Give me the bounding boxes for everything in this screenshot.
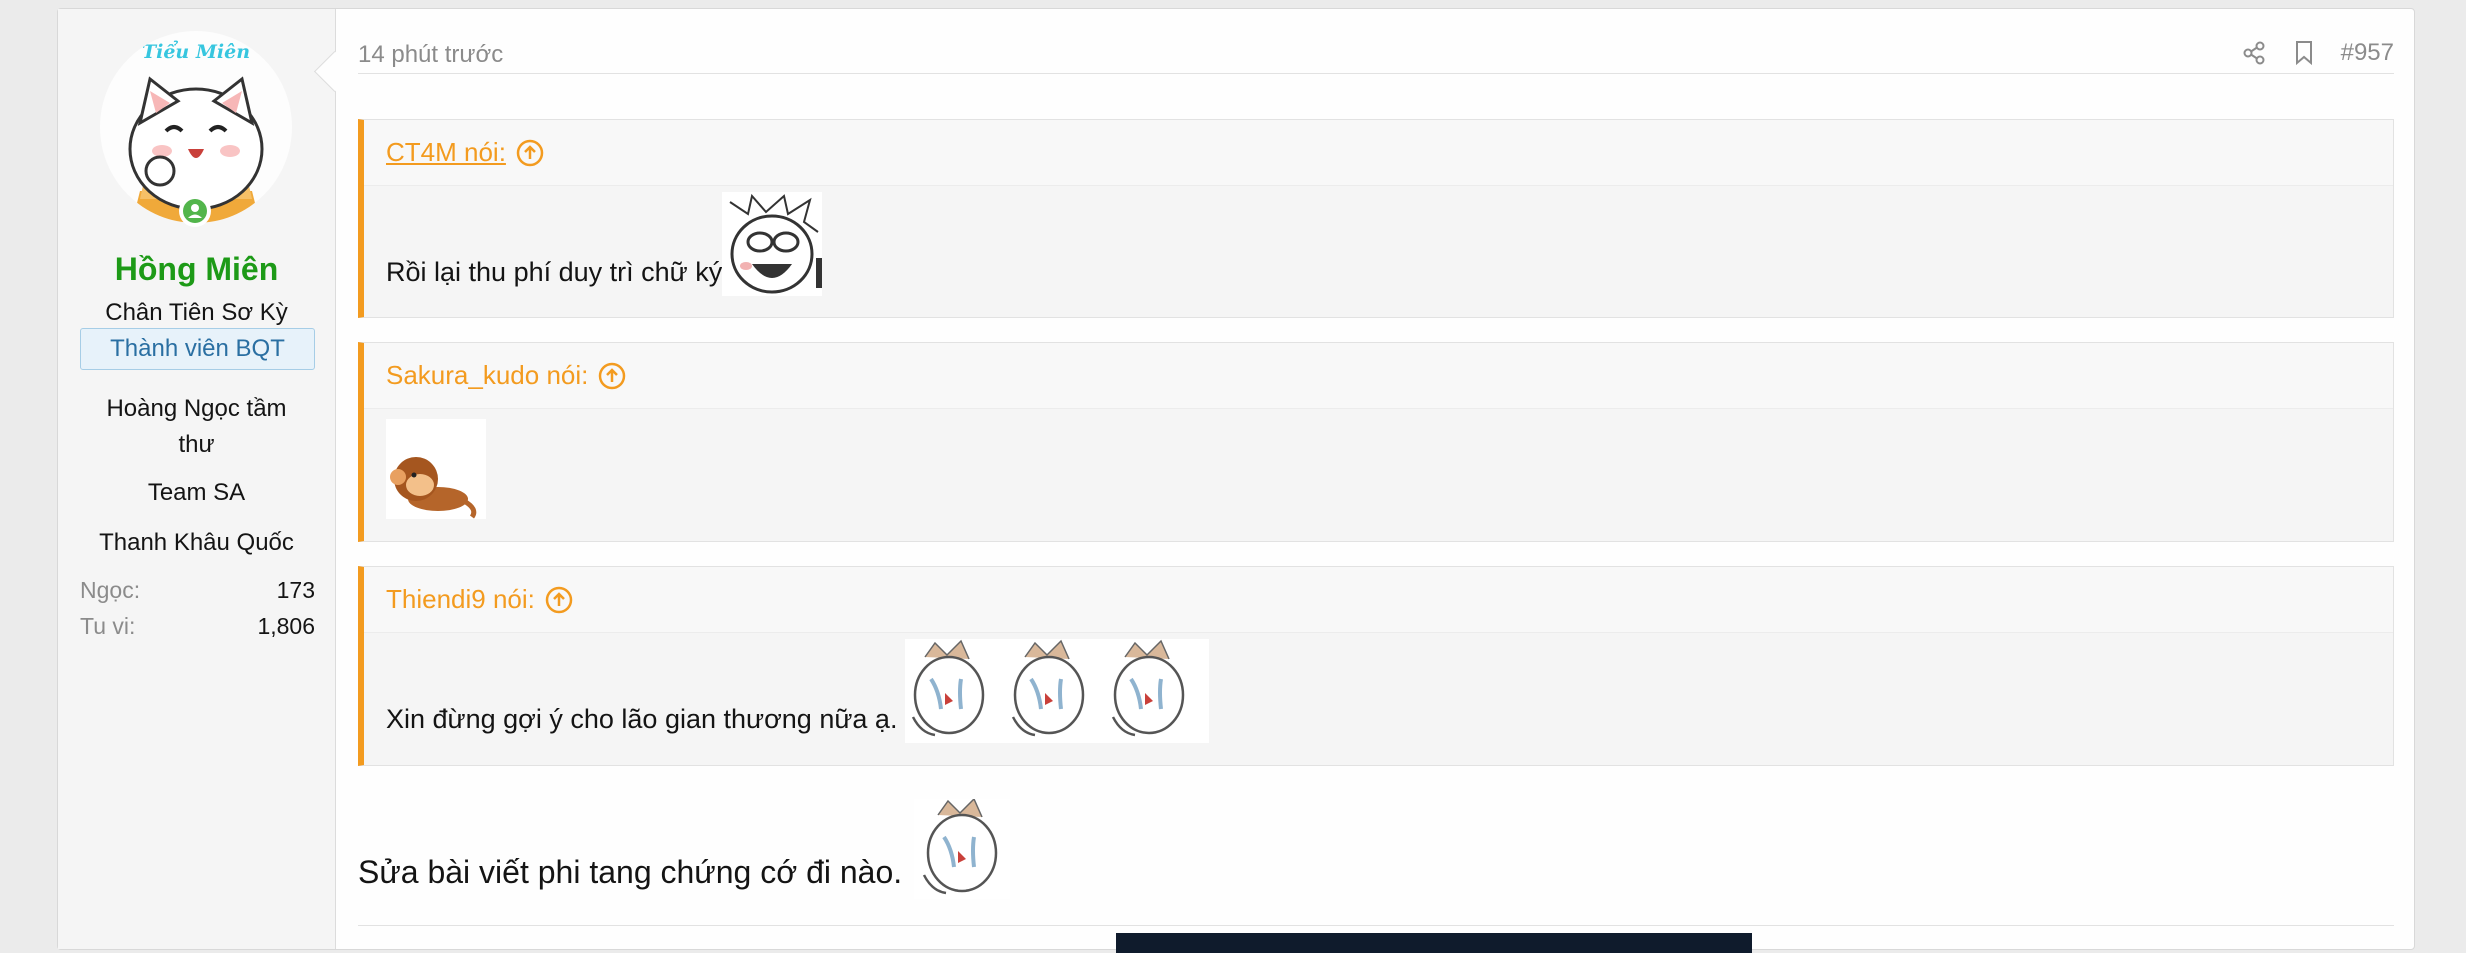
post-time[interactable]: 14 phút trước — [358, 41, 503, 69]
embedded-media-preview — [1116, 933, 1752, 953]
crying-cat-emoji-row — [905, 639, 1210, 743]
laughing-face-emoji — [722, 192, 823, 296]
arrow-up-circle-icon[interactable] — [545, 586, 573, 614]
share-icon[interactable] — [2241, 40, 2267, 66]
quote-header: CT4M nói: — [364, 120, 2393, 186]
post-header: 14 phút trước #957 — [358, 25, 2394, 74]
post-container: Tiểu Miên Hồng Miên Chân Tiên Sơ Kỳ Thàn… — [57, 8, 2415, 953]
quote-author[interactable]: CT4M nói: — [386, 137, 506, 168]
quote-body: Xin đừng gợi ý cho lão gian thương nữa ạ… — [364, 633, 2393, 753]
quote-text: Rồi lại thu phí duy trì chữ ký — [386, 257, 723, 287]
post-actions: #957 — [2241, 39, 2394, 67]
quote-block: Sakura_kudo nói: — [358, 342, 2394, 542]
bookmark-icon[interactable] — [2293, 40, 2315, 66]
user-extra-2: Team SA — [147, 479, 246, 506]
user-banner: Thành viên BQT — [80, 328, 315, 370]
user-sidebar: Tiểu Miên Hồng Miên Chân Tiên Sơ Kỳ Thàn… — [58, 9, 336, 949]
post-number[interactable]: #957 — [2341, 39, 2394, 67]
post-message: Sửa bài viết phi tang chứng cớ đi nào. — [358, 799, 1011, 899]
quote-author[interactable]: Sakura_kudo nói: — [386, 360, 588, 391]
stat-value: 1,806 — [257, 613, 315, 639]
content-divider — [358, 925, 2394, 926]
quote-author[interactable]: Thiendi9 nói: — [386, 584, 535, 615]
monkey-emoji — [386, 419, 486, 519]
quote-body: Rồi lại thu phí duy trì chữ ký — [364, 186, 2393, 306]
stat-label: Tu vi: — [80, 613, 136, 639]
message-text: Sửa bài viết phi tang chứng cớ đi nào. — [358, 854, 903, 890]
quote-block: Thiendi9 nói: Xin đừng gợi ý cho lão gia… — [358, 566, 2394, 766]
user-extra-1: Hoàng Ngọc tầm thư — [106, 395, 287, 458]
quote-header: Thiendi9 nói: — [364, 567, 2393, 633]
quote-text: Xin đừng gợi ý cho lão gian thương nữa ạ… — [386, 704, 898, 734]
quote-header: Sakura_kudo nói: — [364, 343, 2393, 409]
user-title: Chân Tiên Sơ Kỳ — [105, 299, 288, 326]
arrow-up-circle-icon[interactable] — [516, 139, 544, 167]
user-extra-3: Thanh Khâu Quốc — [99, 529, 294, 556]
crying-cat-emoji — [914, 799, 1011, 899]
username[interactable]: Hồng Miên — [58, 251, 335, 288]
stat-value: 173 — [276, 577, 315, 603]
quote-block: CT4M nói: Rồi lại thu phí duy trì chữ ký — [358, 119, 2394, 318]
stat-label: Ngọc: — [80, 577, 141, 603]
arrow-up-circle-icon[interactable] — [598, 362, 626, 390]
online-status-icon — [179, 195, 211, 227]
quote-body — [364, 409, 2393, 527]
